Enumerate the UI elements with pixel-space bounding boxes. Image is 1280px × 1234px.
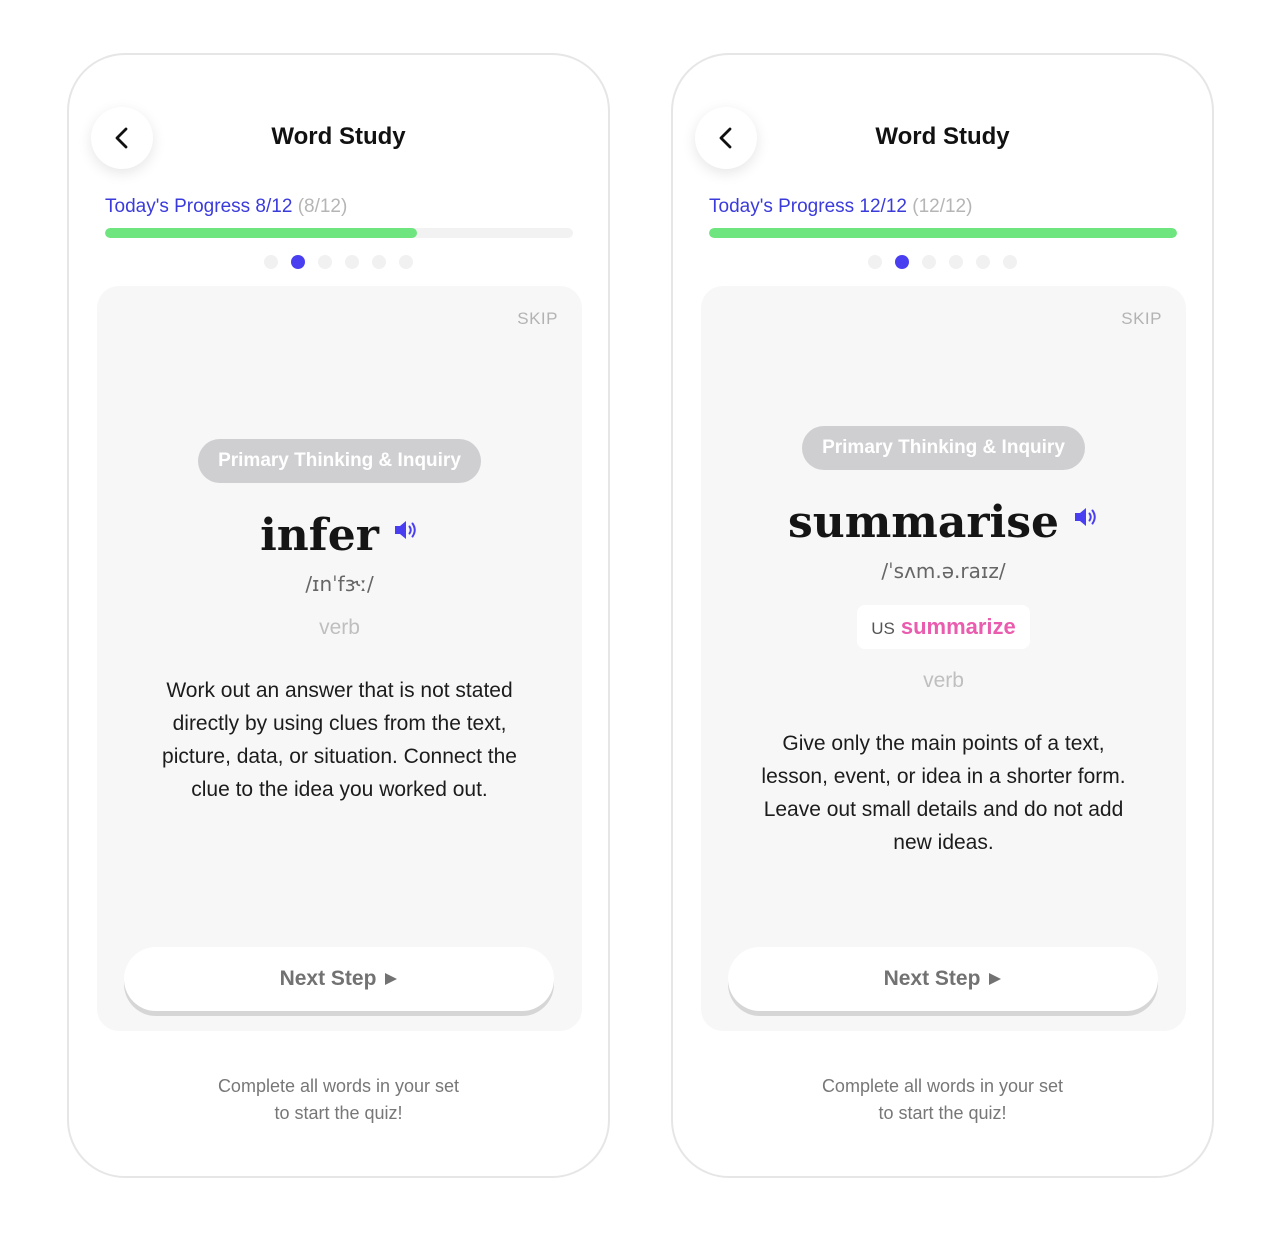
phonetic-transcription: /ɪnˈfɝː/	[305, 572, 374, 596]
category-badge: Primary Thinking & Inquiry	[198, 439, 481, 483]
pager-dot[interactable]	[291, 255, 305, 269]
us-spelling-chip: US summarize	[857, 605, 1030, 649]
word-card-body: Primary Thinking & Inquiry summarise /ˈs…	[701, 426, 1186, 859]
part-of-speech: verb	[319, 616, 360, 639]
next-step-label: Next Step	[883, 967, 981, 990]
next-step-label: Next Step	[279, 967, 377, 990]
vocab-word: infer	[260, 510, 379, 561]
progress-bar-fill	[709, 228, 1177, 238]
vocab-word: summarise	[787, 497, 1060, 548]
pager-dot[interactable]	[922, 255, 936, 269]
category-badge: Primary Thinking & Inquiry	[802, 426, 1085, 470]
progress-label: Today's Progress 12/12 (12/12)	[709, 196, 972, 218]
word-card-body: Primary Thinking & Inquiry infer /ɪnˈfɝː…	[97, 439, 582, 806]
page-title: Word Study	[271, 123, 406, 150]
progress-label: Today's Progress 8/12 (8/12)	[105, 196, 347, 218]
next-step-button[interactable]: Next Step	[124, 947, 554, 1011]
next-step-button[interactable]: Next Step	[728, 947, 1158, 1011]
quiz-hint-line-1: Complete all words in your set	[217, 1076, 460, 1096]
pager-dot[interactable]	[345, 255, 359, 269]
word-card: SKIP Primary Thinking & Inquiry summaris…	[701, 286, 1186, 1031]
pager-dot[interactable]	[976, 255, 990, 269]
progress-count: Today's Progress 8/12	[105, 196, 293, 217]
quiz-hint: Complete all words in your set to start …	[69, 1073, 608, 1127]
phone-screen-infer: Word Study Today's Progress 8/12 (8/12) …	[67, 53, 610, 1178]
pager-dot[interactable]	[868, 255, 882, 269]
progress-bar	[105, 228, 573, 238]
pager-dot[interactable]	[318, 255, 332, 269]
progress-count-paren: (8/12)	[297, 196, 348, 217]
word-row: infer	[260, 506, 419, 566]
pager-dots	[69, 255, 608, 269]
speaker-icon	[1075, 508, 1096, 526]
quiz-hint-line-2: to start the quiz!	[878, 1103, 1007, 1123]
page-title: Word Study	[875, 123, 1010, 150]
progress-bar	[709, 228, 1177, 238]
quiz-hint-line-1: Complete all words in your set	[821, 1076, 1064, 1096]
pager-dot[interactable]	[264, 255, 278, 269]
pronunciation-audio-button[interactable]	[393, 519, 419, 541]
pronunciation-audio-button[interactable]	[1073, 506, 1099, 528]
progress-bar-fill	[105, 228, 417, 238]
word-definition: Give only the main points of a text, les…	[761, 732, 1126, 854]
us-spelling-word: summarize	[900, 614, 1016, 639]
pager-dot[interactable]	[1003, 255, 1017, 269]
skip-button[interactable]: SKIP	[517, 309, 558, 329]
phonetic-transcription: /ˈsʌm.ə.raɪz/	[881, 559, 1006, 583]
word-row: summarise	[788, 493, 1099, 553]
play-triangle-icon	[384, 972, 398, 986]
pager-dot[interactable]	[399, 255, 413, 269]
pager-dots	[673, 255, 1212, 269]
play-triangle-icon	[988, 972, 1002, 986]
skip-button[interactable]: SKIP	[1121, 309, 1162, 329]
progress-count: Today's Progress 12/12	[709, 196, 907, 217]
phone-screen-summarise: Word Study Today's Progress 12/12 (12/12…	[671, 53, 1214, 1178]
pager-dot[interactable]	[949, 255, 963, 269]
part-of-speech: verb	[923, 669, 964, 692]
pager-dot[interactable]	[895, 255, 909, 269]
us-spelling-label: US	[871, 619, 895, 638]
quiz-hint: Complete all words in your set to start …	[673, 1073, 1212, 1127]
pager-dot[interactable]	[372, 255, 386, 269]
word-card: SKIP Primary Thinking & Inquiry infer /ɪ…	[97, 286, 582, 1031]
quiz-hint-line-2: to start the quiz!	[274, 1103, 403, 1123]
speaker-icon	[394, 521, 416, 539]
progress-count-paren: (12/12)	[912, 196, 973, 217]
word-definition: Work out an answer that is not stated di…	[162, 679, 517, 801]
